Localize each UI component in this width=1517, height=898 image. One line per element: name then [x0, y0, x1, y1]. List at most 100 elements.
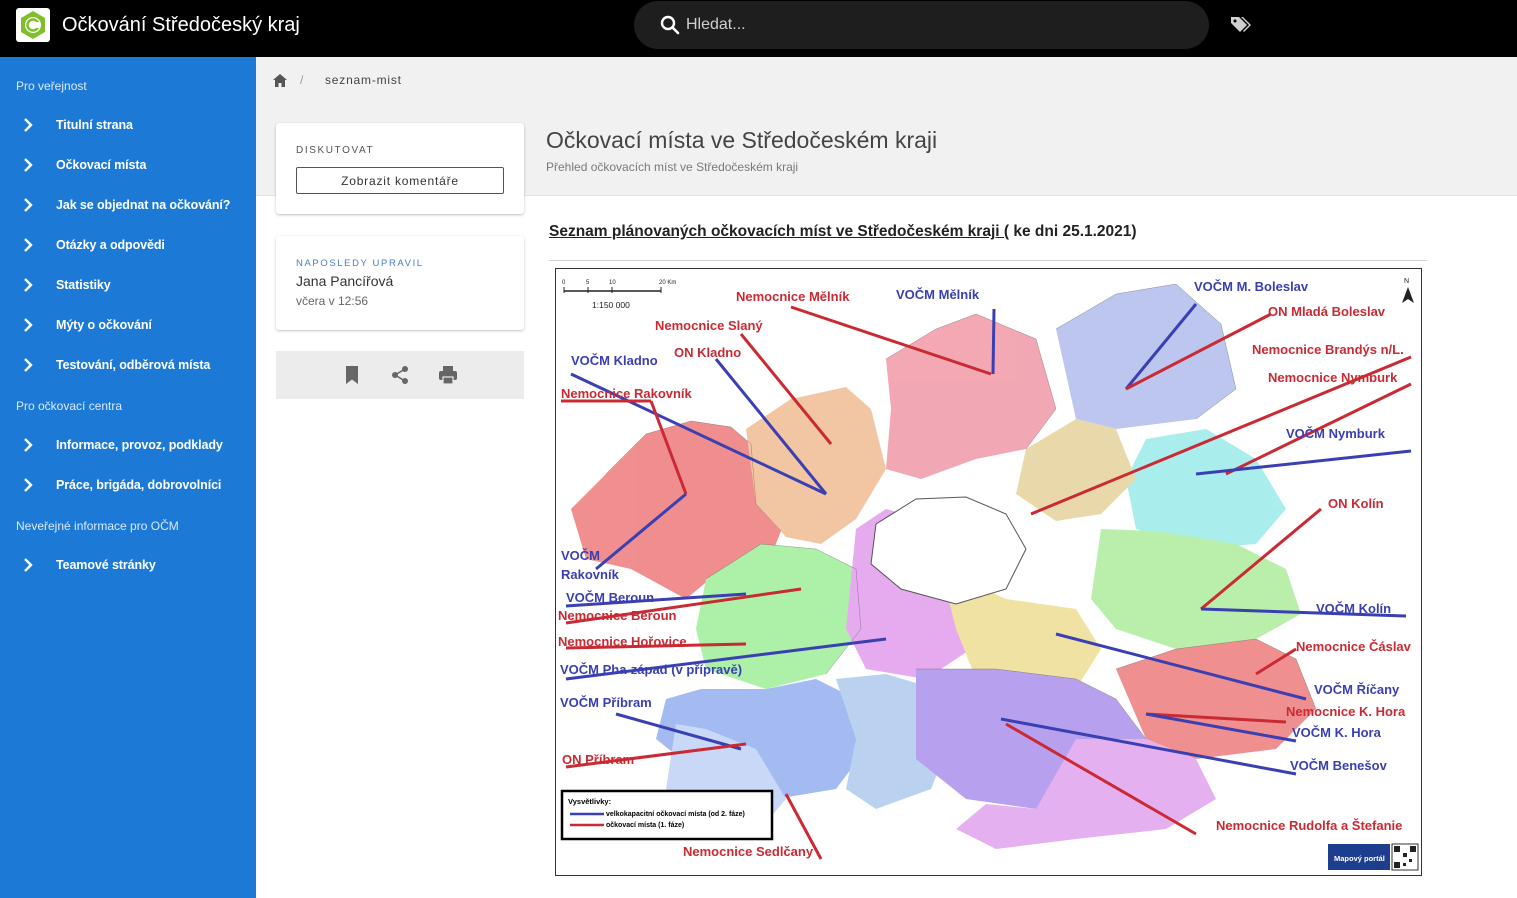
map-label: Nemocnice K. Hora [1286, 704, 1406, 719]
bookmark-icon[interactable] [342, 365, 362, 385]
map-label: ON Příbram [562, 752, 634, 767]
chevron-right-icon [24, 198, 33, 212]
divider [549, 260, 1427, 261]
map-label: Nemocnice Čáslav [1296, 639, 1412, 654]
map-label: VOČM Nymburk [1286, 426, 1386, 441]
sidebar-item-statistiky[interactable]: Statistiky [0, 265, 256, 305]
map-label: Nemocnice Brandýs n/L. [1252, 342, 1404, 357]
sidebar-item-otazky[interactable]: Otázky a odpovědi [0, 225, 256, 265]
share-icon[interactable] [390, 365, 410, 385]
sidebar-item-label: Statistiky [56, 278, 111, 292]
map-scale: 0 5 10 20 Km 1:150 000 [562, 280, 676, 310]
map-label: Nemocnice Nymburk [1268, 370, 1398, 385]
sidebar-item-titulni-strana[interactable]: Titulní strana [0, 105, 256, 145]
last-edited-caption: NAPOSLEDY UPRAVIL [296, 258, 424, 269]
chevron-right-icon [24, 278, 33, 292]
map-label: Nemocnice Hořovice [558, 634, 687, 649]
page-actions [276, 351, 524, 399]
legend-title: Vysvětlivky: [568, 797, 611, 806]
legend-item: očkovací místa (1. fáze) [606, 822, 684, 829]
chevron-right-icon [24, 158, 33, 172]
map-label: VOČM Pha-západ (v přípravě) [560, 662, 742, 677]
last-edited-author[interactable]: Jana Pancířová [296, 273, 393, 289]
sidebar-item-teamove-stranky[interactable]: Teamové stránky [0, 545, 256, 585]
scale-label: 0 [562, 280, 566, 286]
map-label: Rakovník [561, 567, 620, 582]
sidebar-item-myty[interactable]: Mýty o očkování [0, 305, 256, 345]
map-label: Nemocnice Rakovník [561, 386, 693, 401]
show-comments-button[interactable]: Zobrazit komentáře [296, 167, 504, 194]
map-label: Nemocnice Beroun [558, 608, 677, 623]
last-edited-card: NAPOSLEDY UPRAVIL Jana Pancířová včera v… [276, 236, 524, 330]
logo-icon [21, 11, 45, 39]
site-title[interactable]: Očkování Středočeský kraj [62, 14, 300, 37]
map-label: Nemocnice Mělník [736, 289, 850, 304]
map-heading-date: ke dni 25.1.2021) [1009, 223, 1137, 240]
print-icon[interactable] [438, 365, 458, 385]
site-logo[interactable] [16, 8, 50, 42]
portal-badge: Mapový portál [1328, 843, 1419, 871]
chevron-right-icon [24, 438, 33, 452]
sidebar-section-title: Pro očkovací centra [16, 399, 123, 413]
map-heading-underlined: Seznam plánovaných očkovacích míst ve St… [549, 223, 1010, 240]
map-label: VOČM Příbram [560, 695, 652, 710]
page-subtitle: Přehled očkovacích míst ve Středočeském … [546, 160, 799, 174]
sidebar-item-label: Otázky a odpovědi [56, 238, 165, 252]
home-icon[interactable] [273, 74, 287, 87]
map-label: ON Kladno [674, 345, 741, 360]
sidebar: Pro veřejnost Titulní strana Očkovací mí… [0, 57, 256, 898]
map-label: VOČM [561, 548, 600, 563]
map-label: VOČM Benešov [1290, 758, 1388, 773]
north-arrow-icon: N [1402, 278, 1414, 303]
sidebar-item-ockovaci-mista[interactable]: Očkovací místa [0, 145, 256, 185]
discuss-caption: DISKUTOVAT [296, 145, 375, 156]
page-title: Očkovací místa ve Středočeském kraji [546, 127, 938, 153]
sidebar-item-label: Teamové stránky [56, 558, 156, 572]
map-heading: Seznam plánovaných očkovacích míst ve St… [549, 223, 1137, 241]
sidebar-item-jak-se-objednat[interactable]: Jak se objednat na očkování? [0, 185, 256, 225]
map-label: VOČM Kladno [571, 353, 658, 368]
sidebar-item-label: Práce, brigáda, dobrovolníci [56, 478, 222, 492]
svg-text:N: N [1404, 278, 1409, 285]
sidebar-item-label: Testování, odběrová místa [56, 358, 211, 372]
map-image: 0 5 10 20 Km 1:150 000 N Nemocnice Mělní… [558, 278, 1419, 871]
tags-icon[interactable] [1230, 15, 1252, 35]
sidebar-item-informace[interactable]: Informace, provoz, podklady [0, 425, 256, 465]
breadcrumb [256, 57, 1517, 104]
map-label: Nemocnice Rudolfa a Štefanie [1216, 818, 1402, 833]
chevron-right-icon [24, 358, 33, 372]
chevron-right-icon [24, 118, 33, 132]
vaccination-map: 0 5 10 20 Km 1:150 000 N Nemocnice Mělní… [555, 268, 1422, 876]
map-label: ON Mladá Boleslav [1268, 304, 1386, 319]
portal-label: Mapový portál [1334, 854, 1385, 863]
discuss-card: DISKUTOVAT Zobrazit komentáře [276, 123, 524, 214]
sidebar-section-title: Pro veřejnost [16, 79, 87, 93]
scale-ratio: 1:150 000 [592, 300, 630, 310]
map-label: VOČM M. Boleslav [1194, 279, 1309, 294]
chevron-right-icon [24, 558, 33, 572]
scale-label: 20 Km [659, 280, 676, 286]
sidebar-section-title: Neveřejné informace pro OČM [16, 519, 179, 533]
sidebar-item-label: Informace, provoz, podklady [56, 438, 223, 452]
breadcrumb-current: seznam-mist [325, 73, 402, 87]
map-label: VOČM Mělník [896, 287, 980, 302]
top-bar: Očkování Středočeský kraj [0, 0, 1517, 57]
map-label: VOČM Říčany [1314, 682, 1400, 697]
map-legend: Vysvětlivky: velkokapacitní očkovací mís… [560, 789, 774, 841]
chevron-right-icon [24, 318, 33, 332]
chevron-right-icon [24, 238, 33, 252]
sidebar-item-label: Mýty o očkování [56, 318, 152, 332]
map-label: VOČM Kolín [1316, 601, 1391, 616]
search-icon [660, 15, 680, 35]
sidebar-item-label: Očkovací místa [56, 158, 147, 172]
map-label: Nemocnice Sedlčany [683, 844, 814, 859]
search-bar[interactable] [634, 1, 1209, 49]
map-label: ON Kolín [1328, 496, 1384, 511]
scale-label: 5 [586, 280, 590, 286]
map-label: VOČM Beroun [566, 590, 654, 605]
sidebar-item-prace[interactable]: Práce, brigáda, dobrovolníci [0, 465, 256, 505]
search-input[interactable] [686, 11, 1186, 39]
scale-label: 10 [609, 280, 616, 286]
last-edited-time: včera v 12:56 [296, 294, 369, 308]
sidebar-item-testovani[interactable]: Testování, odběrová místa [0, 345, 256, 385]
